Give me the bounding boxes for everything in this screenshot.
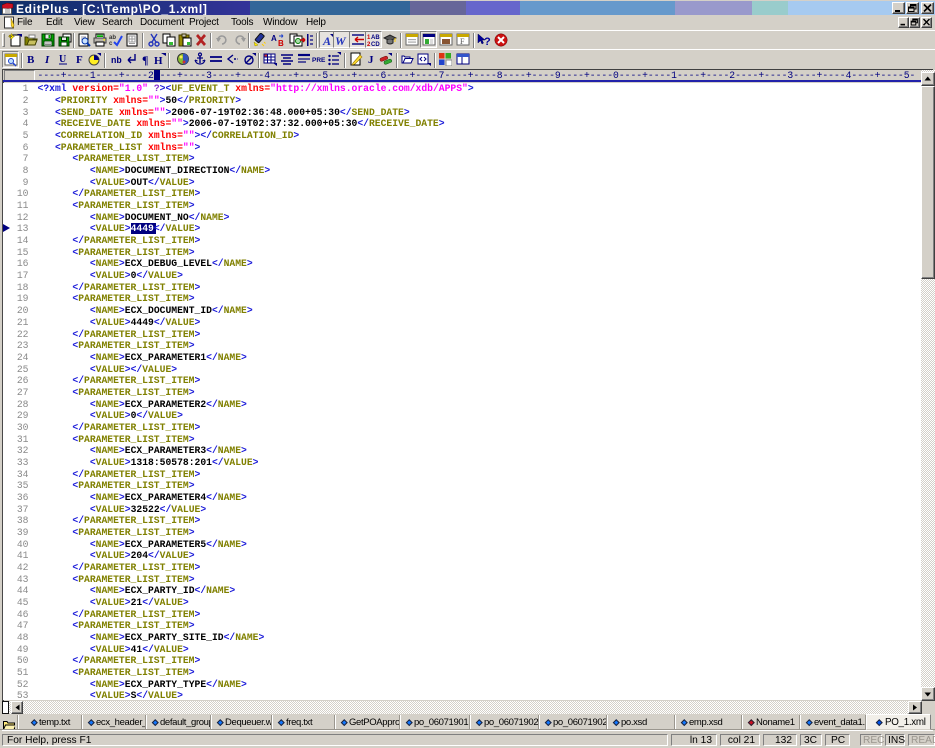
svg-text:PRE: PRE [312,57,326,64]
svg-text:A: A [271,34,277,43]
svg-text:c: c [109,41,113,47]
svg-text:F: F [76,54,83,66]
svg-text:B: B [278,39,284,47]
svg-text:?: ? [484,36,491,47]
svg-text:nb: nb [111,56,122,66]
svg-text:CD: CD [371,42,380,47]
svg-text:¶: ¶ [142,53,148,66]
svg-text:H: H [154,55,163,66]
svg-text:I: I [44,54,50,66]
svg-text:A: A [322,34,331,47]
svg-text:F: F [460,37,465,46]
svg-text:AB: AB [371,35,380,41]
svg-text:J: J [368,54,374,66]
svg-text:W: W [335,34,347,47]
svg-text:U: U [59,54,66,65]
svg-text:B: B [27,54,35,66]
